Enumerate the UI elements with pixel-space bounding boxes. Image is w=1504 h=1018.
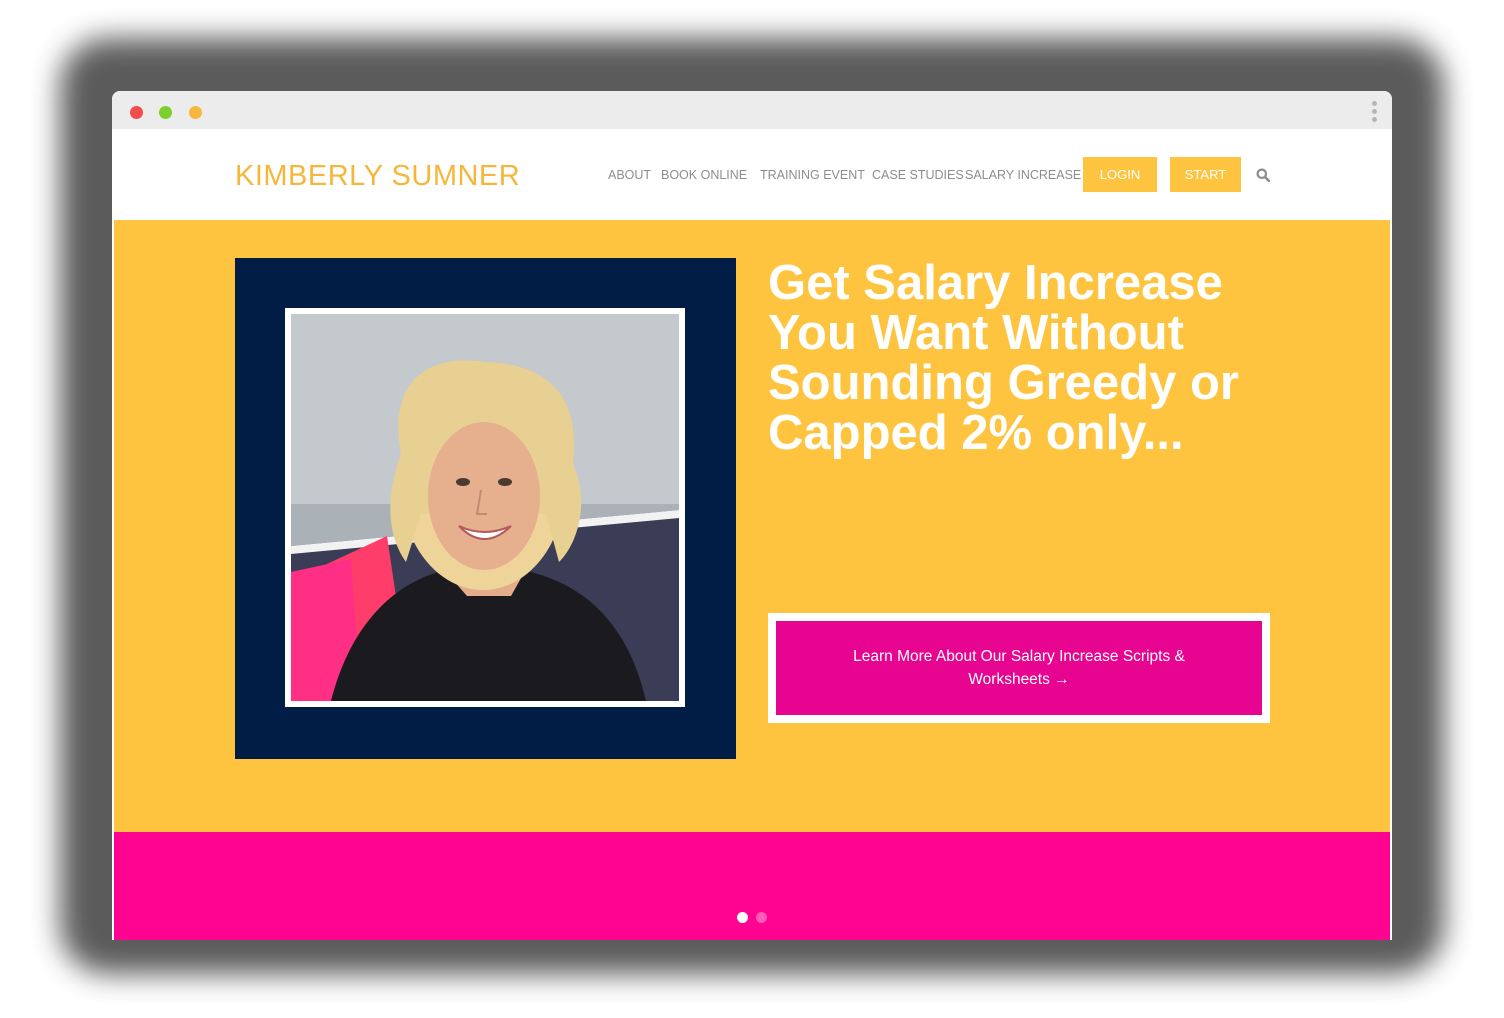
nav-case-studies[interactable]: CASE STUDIES bbox=[872, 168, 964, 182]
close-window-button[interactable] bbox=[130, 106, 143, 119]
learn-more-button[interactable]: Learn More About Our Salary Increase Scr… bbox=[776, 621, 1262, 715]
browser-titlebar bbox=[112, 91, 1392, 129]
more-options-icon[interactable] bbox=[1372, 101, 1378, 125]
photo-frame bbox=[235, 258, 736, 759]
nav-training-event[interactable]: TRAINING EVENT bbox=[760, 168, 865, 182]
nav-salary-increase[interactable]: SALARY INCREASE bbox=[965, 168, 1081, 182]
browser-window: KIMBERLY SUMNER ABOUT BOOK ONLINE TRAINI… bbox=[112, 91, 1392, 940]
hero-section: Get Salary Increase You Want Without Sou… bbox=[114, 220, 1390, 832]
slider-band bbox=[114, 832, 1390, 940]
nav-book-online[interactable]: BOOK ONLINE bbox=[661, 168, 747, 182]
slider-dot-2[interactable] bbox=[756, 912, 767, 923]
hero-headline: Get Salary Increase You Want Without Sou… bbox=[768, 256, 1239, 460]
profile-photo bbox=[285, 308, 685, 707]
cta-border: Learn More About Our Salary Increase Scr… bbox=[768, 613, 1270, 723]
search-icon[interactable] bbox=[1256, 168, 1270, 182]
start-button[interactable]: START bbox=[1170, 157, 1241, 192]
site-logo[interactable]: KIMBERLY SUMNER bbox=[235, 160, 520, 193]
nav-about[interactable]: ABOUT bbox=[608, 168, 651, 182]
minimize-window-button[interactable] bbox=[189, 106, 202, 119]
login-button[interactable]: LOGIN bbox=[1083, 157, 1157, 192]
maximize-window-button[interactable] bbox=[159, 106, 172, 119]
slider-dot-1[interactable] bbox=[737, 912, 748, 923]
woman-portrait-image bbox=[291, 314, 679, 701]
site-header: KIMBERLY SUMNER ABOUT BOOK ONLINE TRAINI… bbox=[114, 129, 1390, 219]
